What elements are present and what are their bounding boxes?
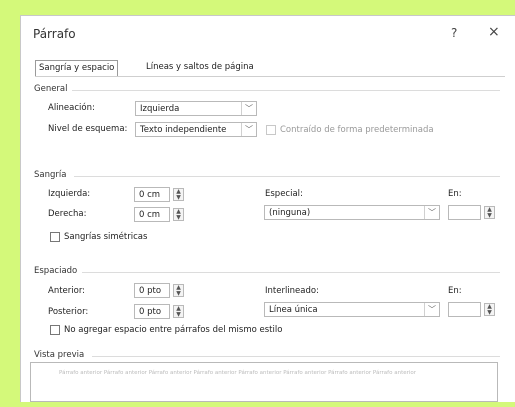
collapsed-label: Contraído de forma predeterminada <box>280 125 434 135</box>
section-divider <box>72 90 500 91</box>
section-spacing-title: Espaciado <box>34 266 78 276</box>
indent-right-label: Derecha: <box>48 209 87 219</box>
space-before-label: Anterior: <box>48 286 86 296</box>
space-after-spinner[interactable]: ▲ ▼ <box>173 305 184 318</box>
line-spacing-select[interactable]: Línea única ﹀ <box>264 302 440 317</box>
space-before-value: 0 pto <box>139 286 162 296</box>
at-input[interactable] <box>448 302 481 317</box>
tab-indent-spacing[interactable]: Sangría y espacio <box>35 60 119 76</box>
alignment-value: Izquierda <box>140 104 180 114</box>
section-divider <box>82 272 500 273</box>
section-divider <box>74 176 500 177</box>
alignment-label: Alineación: <box>48 103 95 113</box>
space-after-label: Posterior: <box>48 307 89 317</box>
indent-right-value: 0 cm <box>139 210 161 220</box>
chevron-down-icon: ﹀ <box>241 102 256 115</box>
help-button[interactable]: ? <box>451 26 457 40</box>
indent-right-input[interactable]: 0 cm <box>134 207 170 222</box>
alignment-select[interactable]: Izquierda ﹀ <box>135 101 257 116</box>
line-spacing-label: Interlineado: <box>265 286 319 296</box>
dialog-titlebar: Párrafo ? × <box>21 16 515 52</box>
chevron-down-icon: ﹀ <box>424 206 439 219</box>
tab-line-page-breaks[interactable]: Líneas y saltos de página <box>143 60 257 75</box>
mirror-indents-label: Sangrías simétricas <box>64 232 148 242</box>
outline-level-label: Nivel de esquema: <box>48 124 128 134</box>
section-indent-title: Sangría <box>34 170 67 180</box>
by-label: En: <box>448 189 462 199</box>
outline-level-value: Texto independiente <box>140 125 227 135</box>
dialog-title: Párrafo <box>33 27 76 41</box>
indent-left-spinner[interactable]: ▲ ▼ <box>173 188 184 201</box>
indent-left-input[interactable]: 0 cm <box>134 187 170 202</box>
collapsed-checkbox[interactable] <box>266 125 276 135</box>
indent-right-spinner[interactable]: ▲ ▼ <box>173 208 184 221</box>
at-spinner[interactable]: ▲ ▼ <box>484 303 495 316</box>
mirror-indents-checkbox[interactable] <box>50 232 60 242</box>
indent-left-value: 0 cm <box>139 190 161 200</box>
chevron-down-icon: ﹀ <box>424 303 439 316</box>
special-select[interactable]: (ninguna) ﹀ <box>264 205 440 220</box>
by-spinner[interactable]: ▲ ▼ <box>484 206 495 219</box>
preview-sample-text: Párrafo anterior Párrafo anterior Párraf… <box>59 370 417 376</box>
outline-level-select[interactable]: Texto independiente ﹀ <box>135 122 257 137</box>
close-button[interactable]: × <box>488 24 500 40</box>
section-preview-title: Vista previa <box>34 350 85 360</box>
space-after-input[interactable]: 0 pto <box>134 304 170 319</box>
preview-box: Párrafo anterior Párrafo anterior Párraf… <box>30 362 498 402</box>
section-general-title: General <box>34 84 68 94</box>
by-input[interactable] <box>448 205 481 220</box>
indent-left-label: Izquierda: <box>48 189 91 199</box>
at-label: En: <box>448 286 462 296</box>
special-label: Especial: <box>265 189 303 199</box>
section-divider <box>92 356 500 357</box>
special-value: (ninguna) <box>269 208 311 218</box>
chevron-down-icon: ﹀ <box>241 123 256 136</box>
space-after-value: 0 pto <box>139 307 162 317</box>
line-spacing-value: Línea única <box>269 305 318 315</box>
no-space-same-style-label: No agregar espacio entre párrafos del mi… <box>64 325 283 335</box>
no-space-same-style-checkbox[interactable] <box>50 325 60 335</box>
space-before-input[interactable]: 0 pto <box>134 283 170 298</box>
space-before-spinner[interactable]: ▲ ▼ <box>173 284 184 297</box>
